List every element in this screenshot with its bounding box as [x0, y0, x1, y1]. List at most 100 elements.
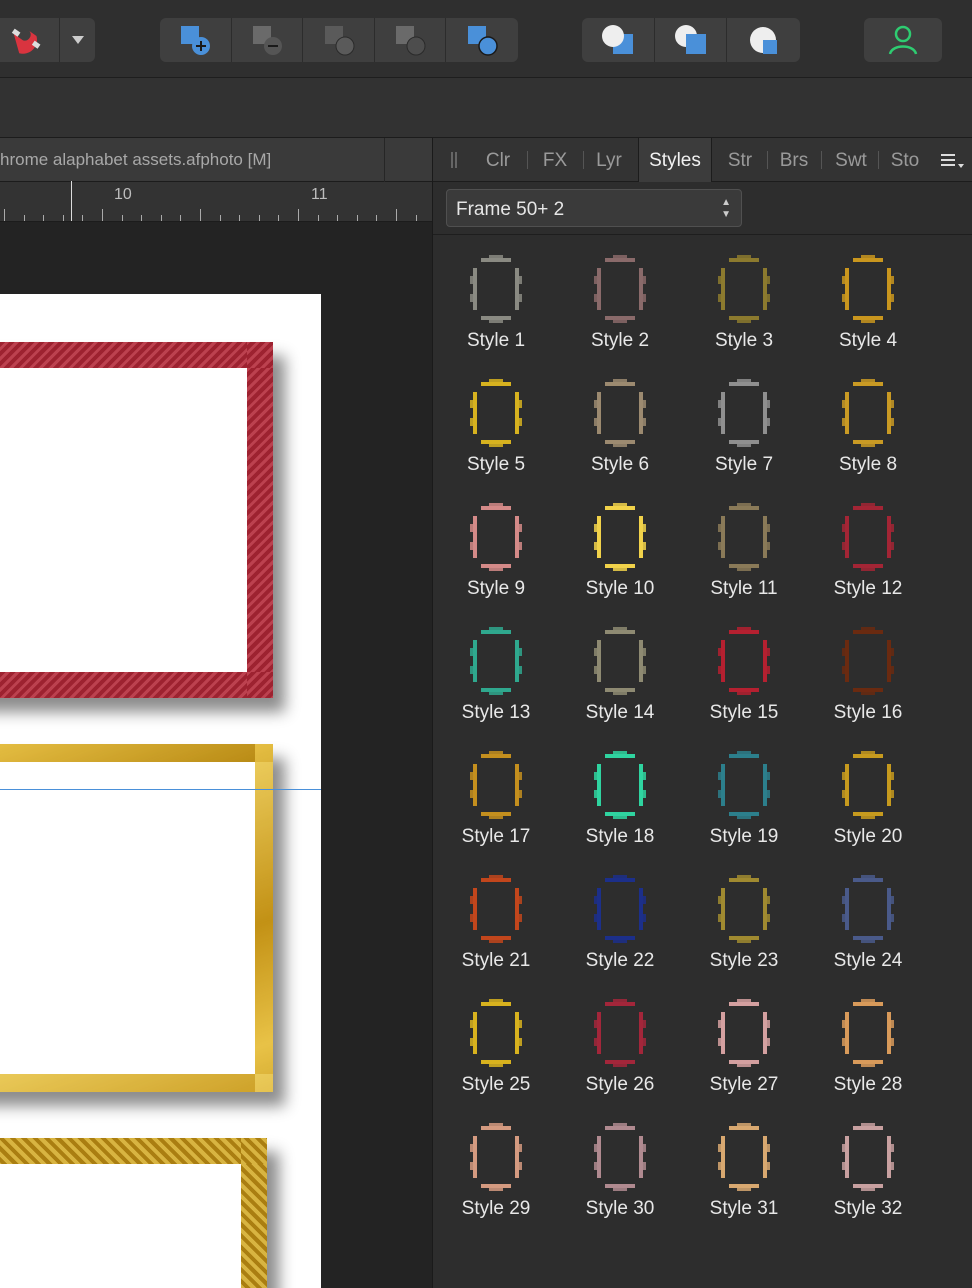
account-group [864, 18, 942, 62]
new-selection-button[interactable] [160, 18, 232, 62]
frame-preview-icon [470, 627, 522, 695]
style-preset-item[interactable]: Style 2 [565, 240, 675, 358]
style-label: Style 7 [714, 454, 774, 475]
panel-grip-icon[interactable] [451, 152, 457, 168]
frame-preview-icon [718, 751, 770, 819]
tab-brushes[interactable]: Brs [773, 138, 815, 182]
style-label: Style 20 [833, 826, 903, 847]
canvas-area[interactable] [0, 222, 432, 1288]
select-arrows-icon: ▲ ▼ [721, 197, 731, 220]
style-label: Style 4 [838, 330, 898, 351]
xor-shape-icon [396, 26, 426, 56]
style-preset-item[interactable]: Style 24 [813, 860, 923, 978]
style-preset-item[interactable]: Style 28 [813, 984, 923, 1102]
style-preset-item[interactable]: Style 11 [689, 488, 799, 606]
style-preset-item[interactable]: Style 17 [441, 736, 551, 854]
subtract-button[interactable] [232, 18, 304, 62]
style-label: Style 28 [833, 1074, 903, 1095]
style-preset-item[interactable]: Style 1 [441, 240, 551, 358]
document-title: hrome alaphabet assets.afphoto [M] [0, 150, 272, 169]
style-label: Style 8 [838, 454, 898, 475]
frame-preview-icon [842, 255, 894, 323]
tab-color[interactable]: Clr [477, 138, 519, 182]
style-preset-item[interactable]: Style 16 [813, 612, 923, 730]
style-preset-item[interactable]: Style 31 [689, 1108, 799, 1226]
frame-preview-icon [470, 255, 522, 323]
style-label: Style 11 [710, 578, 778, 599]
document-tab[interactable]: hrome alaphabet assets.afphoto [M] [0, 138, 432, 182]
red-frame-layer[interactable] [0, 342, 273, 698]
tab-fx[interactable]: FX [535, 138, 575, 182]
style-preset-item[interactable]: Style 21 [441, 860, 551, 978]
combine-button[interactable] [727, 18, 800, 62]
frame-preview-icon [718, 627, 770, 695]
panel-menu-icon[interactable] [939, 152, 965, 170]
style-preset-item[interactable]: Style 6 [565, 364, 675, 482]
tab-divider [384, 138, 385, 182]
frame-preview-icon [470, 875, 522, 943]
frame-preview-icon [842, 751, 894, 819]
style-preset-item[interactable]: Style 12 [813, 488, 923, 606]
style-label: Style 10 [585, 578, 655, 599]
tab-layers[interactable]: Lyr [589, 138, 629, 182]
style-preset-item[interactable]: Style 3 [689, 240, 799, 358]
style-preset-item[interactable]: Style 13 [441, 612, 551, 730]
arrange-group [582, 18, 800, 62]
style-preset-item[interactable]: Style 14 [565, 612, 675, 730]
tab-styles[interactable]: Styles [638, 138, 712, 182]
snapping-button[interactable] [0, 18, 60, 62]
tab-stroke[interactable]: Str [721, 138, 759, 182]
frame-preview-icon [594, 751, 646, 819]
style-preset-item[interactable]: Style 5 [441, 364, 551, 482]
horizontal-guide[interactable] [0, 789, 321, 790]
rope-gold-frame-layer[interactable] [0, 1138, 267, 1288]
ruler-tick [239, 215, 240, 221]
style-preset-item[interactable]: Style 26 [565, 984, 675, 1102]
style-preset-item[interactable]: Style 25 [441, 984, 551, 1102]
style-preset-item[interactable]: Style 22 [565, 860, 675, 978]
style-preset-item[interactable]: Style 20 [813, 736, 923, 854]
style-label: Style 31 [709, 1198, 779, 1219]
style-category-select[interactable]: Frame 50+ 2 ▲ ▼ [446, 189, 742, 227]
style-preset-item[interactable]: Style 18 [565, 736, 675, 854]
intersect-button[interactable] [303, 18, 375, 62]
ruler-tick [141, 215, 142, 221]
style-preset-item[interactable]: Style 23 [689, 860, 799, 978]
tab-separator [583, 151, 584, 169]
style-preset-item[interactable]: Style 8 [813, 364, 923, 482]
front-button[interactable] [582, 18, 655, 62]
account-button[interactable] [864, 18, 942, 62]
snapping-dropdown[interactable] [60, 18, 95, 62]
frame-preview-icon [718, 503, 770, 571]
ruler-tick [63, 215, 64, 221]
tab-swatches[interactable]: Swt [829, 138, 873, 182]
tab-stock[interactable]: Sto [885, 138, 925, 182]
tab-separator [821, 151, 822, 169]
context-toolbar [0, 78, 972, 138]
add-shape-icon [181, 26, 211, 55]
style-preset-item[interactable]: Style 9 [441, 488, 551, 606]
frame-preview-icon [718, 255, 770, 323]
shape-front-icon [601, 25, 633, 54]
style-preset-item[interactable]: Style 4 [813, 240, 923, 358]
style-preset-item[interactable]: Style 15 [689, 612, 799, 730]
intersect-shape-icon [324, 26, 355, 56]
xor-button[interactable] [375, 18, 447, 62]
ruler-tick [220, 215, 221, 221]
style-preset-item[interactable]: Style 30 [565, 1108, 675, 1226]
gold-frame-layer[interactable] [0, 744, 273, 1092]
style-label: Style 17 [461, 826, 531, 847]
style-preset-item[interactable]: Style 10 [565, 488, 675, 606]
shape-back-icon [674, 25, 706, 54]
style-preset-item[interactable]: Style 32 [813, 1108, 923, 1226]
back-button[interactable] [655, 18, 728, 62]
style-preset-item[interactable]: Style 19 [689, 736, 799, 854]
document-page[interactable] [0, 294, 321, 1288]
frame-preview-icon [718, 875, 770, 943]
horizontal-ruler[interactable]: 10 11 [0, 181, 432, 222]
style-preset-item[interactable]: Style 27 [689, 984, 799, 1102]
style-preset-item[interactable]: Style 29 [441, 1108, 551, 1226]
divide-button[interactable] [446, 18, 518, 62]
style-preset-item[interactable]: Style 7 [689, 364, 799, 482]
tab-separator [527, 151, 528, 169]
